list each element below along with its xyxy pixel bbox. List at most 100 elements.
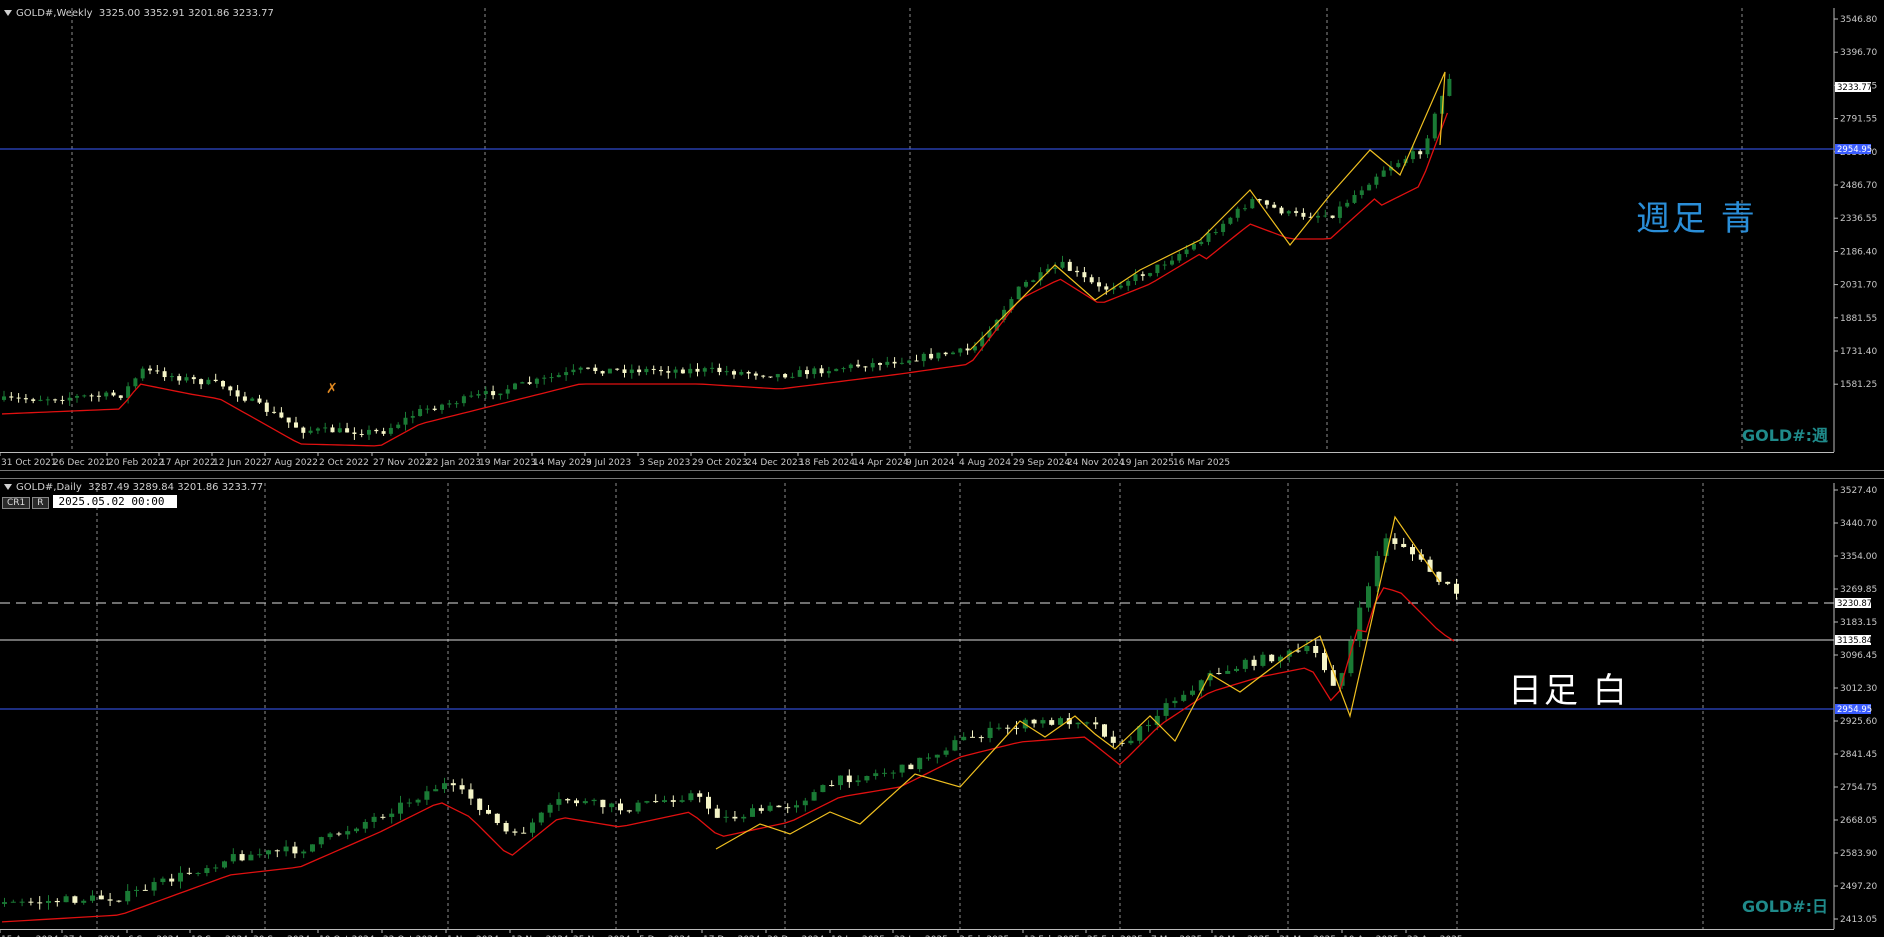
- date-label: 20 Feb 2022: [108, 458, 164, 468]
- daily-chart-pane[interactable]: 3527.40 3440.70 3354.00 3269.85 3183.15 3096.…: [0, 479, 1884, 937]
- candle-body: [118, 395, 123, 398]
- date-label: 19 Mar 2023: [479, 458, 536, 468]
- date-input[interactable]: 2025.05.02 00:00: [52, 495, 177, 508]
- candle-body: [626, 810, 632, 812]
- candle-body: [133, 378, 138, 387]
- weekly-chart-canvas[interactable]: 3546.803396.703091.852791.552636.702486.…: [0, 0, 1884, 470]
- candle-body: [826, 371, 831, 374]
- candle-body: [785, 807, 791, 809]
- candle-body: [199, 379, 204, 385]
- candle-body: [1190, 690, 1195, 695]
- candle-body: [846, 775, 852, 783]
- candle-body: [459, 785, 465, 790]
- candle-body: [1374, 176, 1379, 185]
- candle-body: [1272, 204, 1277, 208]
- candle-body: [1128, 740, 1134, 744]
- candle-body: [19, 901, 25, 903]
- candle-body: [878, 363, 882, 365]
- price-label: 2925.60: [1840, 717, 1877, 727]
- candle-body: [1093, 722, 1099, 725]
- price-label: 3440.70: [1840, 519, 1877, 529]
- candle-body: [1410, 151, 1415, 160]
- candle-body: [483, 391, 488, 395]
- candle-body: [1401, 543, 1407, 548]
- candle-body: [242, 396, 247, 401]
- candle-body: [978, 737, 984, 739]
- candle-body: [354, 828, 359, 832]
- candle-body: [206, 379, 211, 385]
- daily-symbol-watermark: GOLD#:日: [1742, 897, 1829, 916]
- candle-body: [433, 789, 439, 792]
- candle-body: [629, 369, 634, 373]
- candle-body: [670, 800, 676, 802]
- collapse-triangle-icon[interactable]: [4, 10, 12, 16]
- candle-body: [323, 427, 328, 429]
- candle-body: [418, 408, 423, 416]
- candle-body: [644, 801, 650, 803]
- candle-body: [926, 757, 931, 759]
- candle-body: [45, 399, 50, 401]
- candle-body: [292, 846, 298, 854]
- candle-body: [72, 896, 78, 903]
- cr1-button[interactable]: CR1: [2, 497, 31, 509]
- candle-body: [1005, 727, 1011, 729]
- candle-body: [1447, 78, 1452, 96]
- candle-body: [659, 369, 663, 372]
- candle-body: [1410, 547, 1415, 555]
- date-label: 27 Nov 2022: [373, 458, 431, 468]
- candle-body: [228, 386, 233, 391]
- candle-body: [635, 802, 641, 812]
- candle-body: [1301, 212, 1306, 217]
- candle-body: [513, 383, 517, 390]
- candle-body: [96, 395, 101, 397]
- price-label: 3546.80: [1840, 15, 1877, 25]
- date-label: 2 Oct 2022: [319, 458, 369, 468]
- candle-body: [746, 371, 751, 374]
- candle-body: [257, 398, 262, 403]
- candle-body: [1264, 200, 1269, 205]
- candle-body: [1089, 277, 1094, 283]
- candle-body: [783, 374, 788, 378]
- weekly-chart-pane[interactable]: 3546.803396.703091.852791.552636.702486.…: [0, 0, 1884, 470]
- date-label: 17 Apr 2022: [160, 458, 216, 468]
- candle-body: [1031, 719, 1037, 724]
- price-label: 2413.05: [1840, 915, 1877, 925]
- candle-body: [615, 368, 620, 370]
- collapse-triangle-icon[interactable]: [4, 484, 12, 490]
- date-label: 9 Jun 2024: [906, 458, 955, 468]
- candle-body: [1432, 113, 1437, 139]
- candle-body: [520, 382, 525, 384]
- candle-body: [534, 378, 539, 384]
- candle-body: [819, 368, 824, 374]
- candle-body: [882, 772, 887, 774]
- r-button[interactable]: R: [32, 497, 49, 509]
- candle-body: [1242, 659, 1248, 669]
- candle-body: [1396, 163, 1401, 167]
- candle-body: [477, 798, 483, 810]
- pane-separator[interactable]: [0, 470, 1884, 479]
- candle-body: [547, 804, 553, 813]
- candle-body: [1199, 241, 1204, 245]
- candle-body: [396, 424, 401, 428]
- candle-body: [680, 369, 685, 374]
- candle-body: [67, 397, 72, 401]
- candle-body: [521, 832, 527, 834]
- candle-body: [834, 368, 839, 372]
- candle-body: [1184, 249, 1189, 255]
- candle-body: [310, 844, 315, 852]
- candle-body: [327, 833, 333, 838]
- candle-body: [425, 408, 430, 410]
- candle-body: [1330, 215, 1335, 218]
- candle-body: [1313, 645, 1319, 653]
- daily-ohlc-values: 3287.49 3289.84 3201.86 3233.77: [88, 482, 264, 493]
- candle-body: [564, 372, 569, 376]
- price-label: 2186.40: [1840, 247, 1877, 257]
- candle-body: [512, 831, 518, 833]
- candle-body: [1454, 583, 1459, 594]
- candle-body: [213, 867, 219, 869]
- candle-body: [996, 727, 1002, 729]
- candle-body: [958, 348, 963, 353]
- candle-body: [1163, 703, 1169, 716]
- candle-body: [1060, 261, 1065, 268]
- candle-body: [848, 364, 853, 369]
